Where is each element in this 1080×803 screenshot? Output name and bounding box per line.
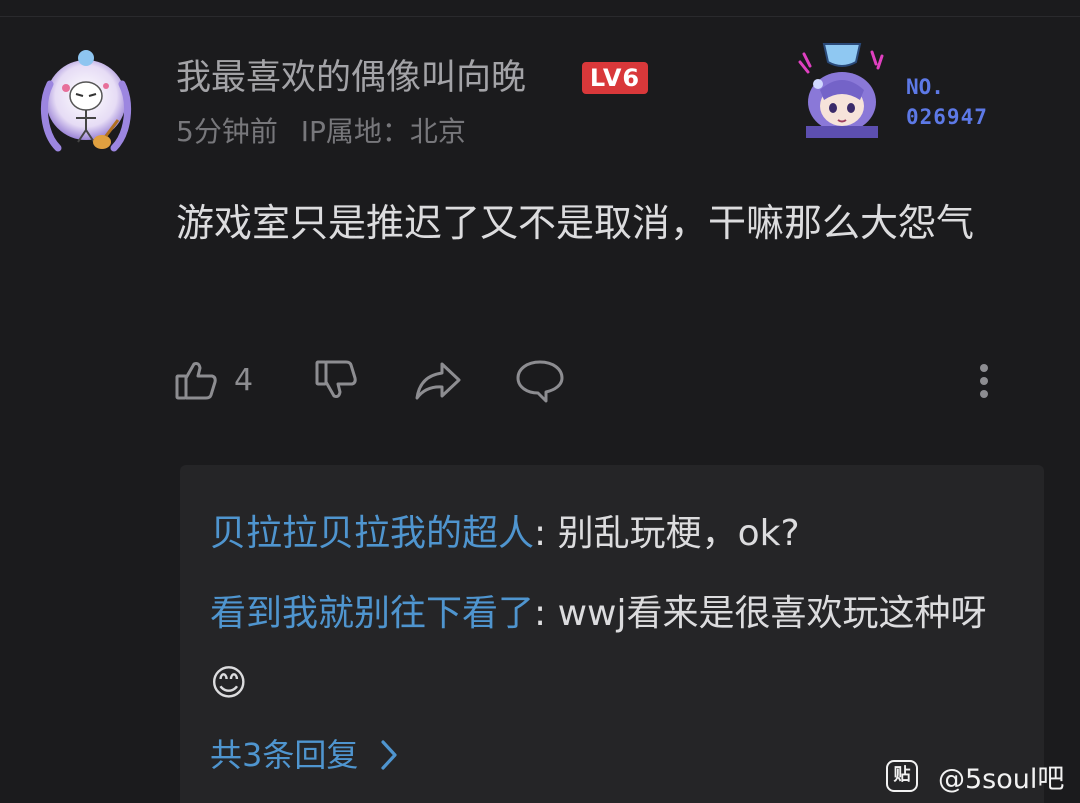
anime-badge-image — [786, 40, 898, 140]
chevron-right-icon — [380, 739, 398, 771]
view-all-replies-link[interactable]: 共3条回复 — [210, 727, 398, 783]
tieba-logo-icon: 贴 — [886, 760, 918, 792]
share-icon — [412, 356, 464, 404]
like-count: 4 — [234, 362, 254, 398]
reply-author[interactable]: 看到我就别往下看了 — [210, 593, 534, 634]
ip-location: IP属地：北京 — [300, 115, 466, 148]
more-button[interactable] — [972, 352, 996, 408]
like-button[interactable]: 4 — [172, 352, 253, 408]
comment-content: 游戏室只是推迟了又不是取消，干嘛那么大怨气 — [176, 201, 975, 245]
comment-page: 我最喜欢的偶像叫向晚 LV6 5分钟前 IP属地：北京 NO. 026947 游… — [0, 0, 1080, 803]
level-badge: LV6 — [582, 62, 648, 94]
tieba-watermark: 贴 @5soul吧 — [886, 756, 1064, 796]
reply-text: : 别乱玩梗，ok? — [534, 513, 800, 554]
comment-action-bar: 4 — [172, 352, 1012, 408]
badge-number: 026947 — [906, 105, 988, 129]
reply-preview-box[interactable]: 贝拉拉贝拉我的超人: 别乱玩梗，ok? 看到我就别往下看了: wwj看来是很喜欢… — [180, 465, 1044, 803]
reply-author[interactable]: 贝拉拉贝拉我的超人 — [210, 513, 534, 554]
thumbs-up-icon — [172, 356, 220, 404]
share-button[interactable] — [412, 352, 464, 408]
reply-item[interactable]: 贝拉拉贝拉我的超人: 别乱玩梗，ok? — [210, 499, 1010, 569]
divider — [0, 16, 1080, 17]
thumbs-down-icon — [312, 356, 360, 404]
comment-author[interactable]: 我最喜欢的偶像叫向晚 — [176, 54, 526, 102]
comment-time: 5分钟前 — [176, 115, 278, 148]
reply-item[interactable]: 看到我就别往下看了: wwj看来是很喜欢玩这种呀😊 — [210, 579, 1010, 719]
more-icon — [972, 356, 996, 404]
comment-icon — [514, 356, 566, 404]
reply-button[interactable] — [514, 352, 566, 408]
more-replies-label: 共3条回复 — [210, 736, 359, 774]
dislike-button[interactable] — [312, 352, 360, 408]
watermark-text: @5soul吧 — [938, 763, 1065, 795]
badge-number-label: NO. — [906, 75, 944, 99]
comment-meta: 5分钟前 IP属地：北京 — [176, 112, 466, 152]
user-avatar[interactable] — [36, 44, 136, 156]
